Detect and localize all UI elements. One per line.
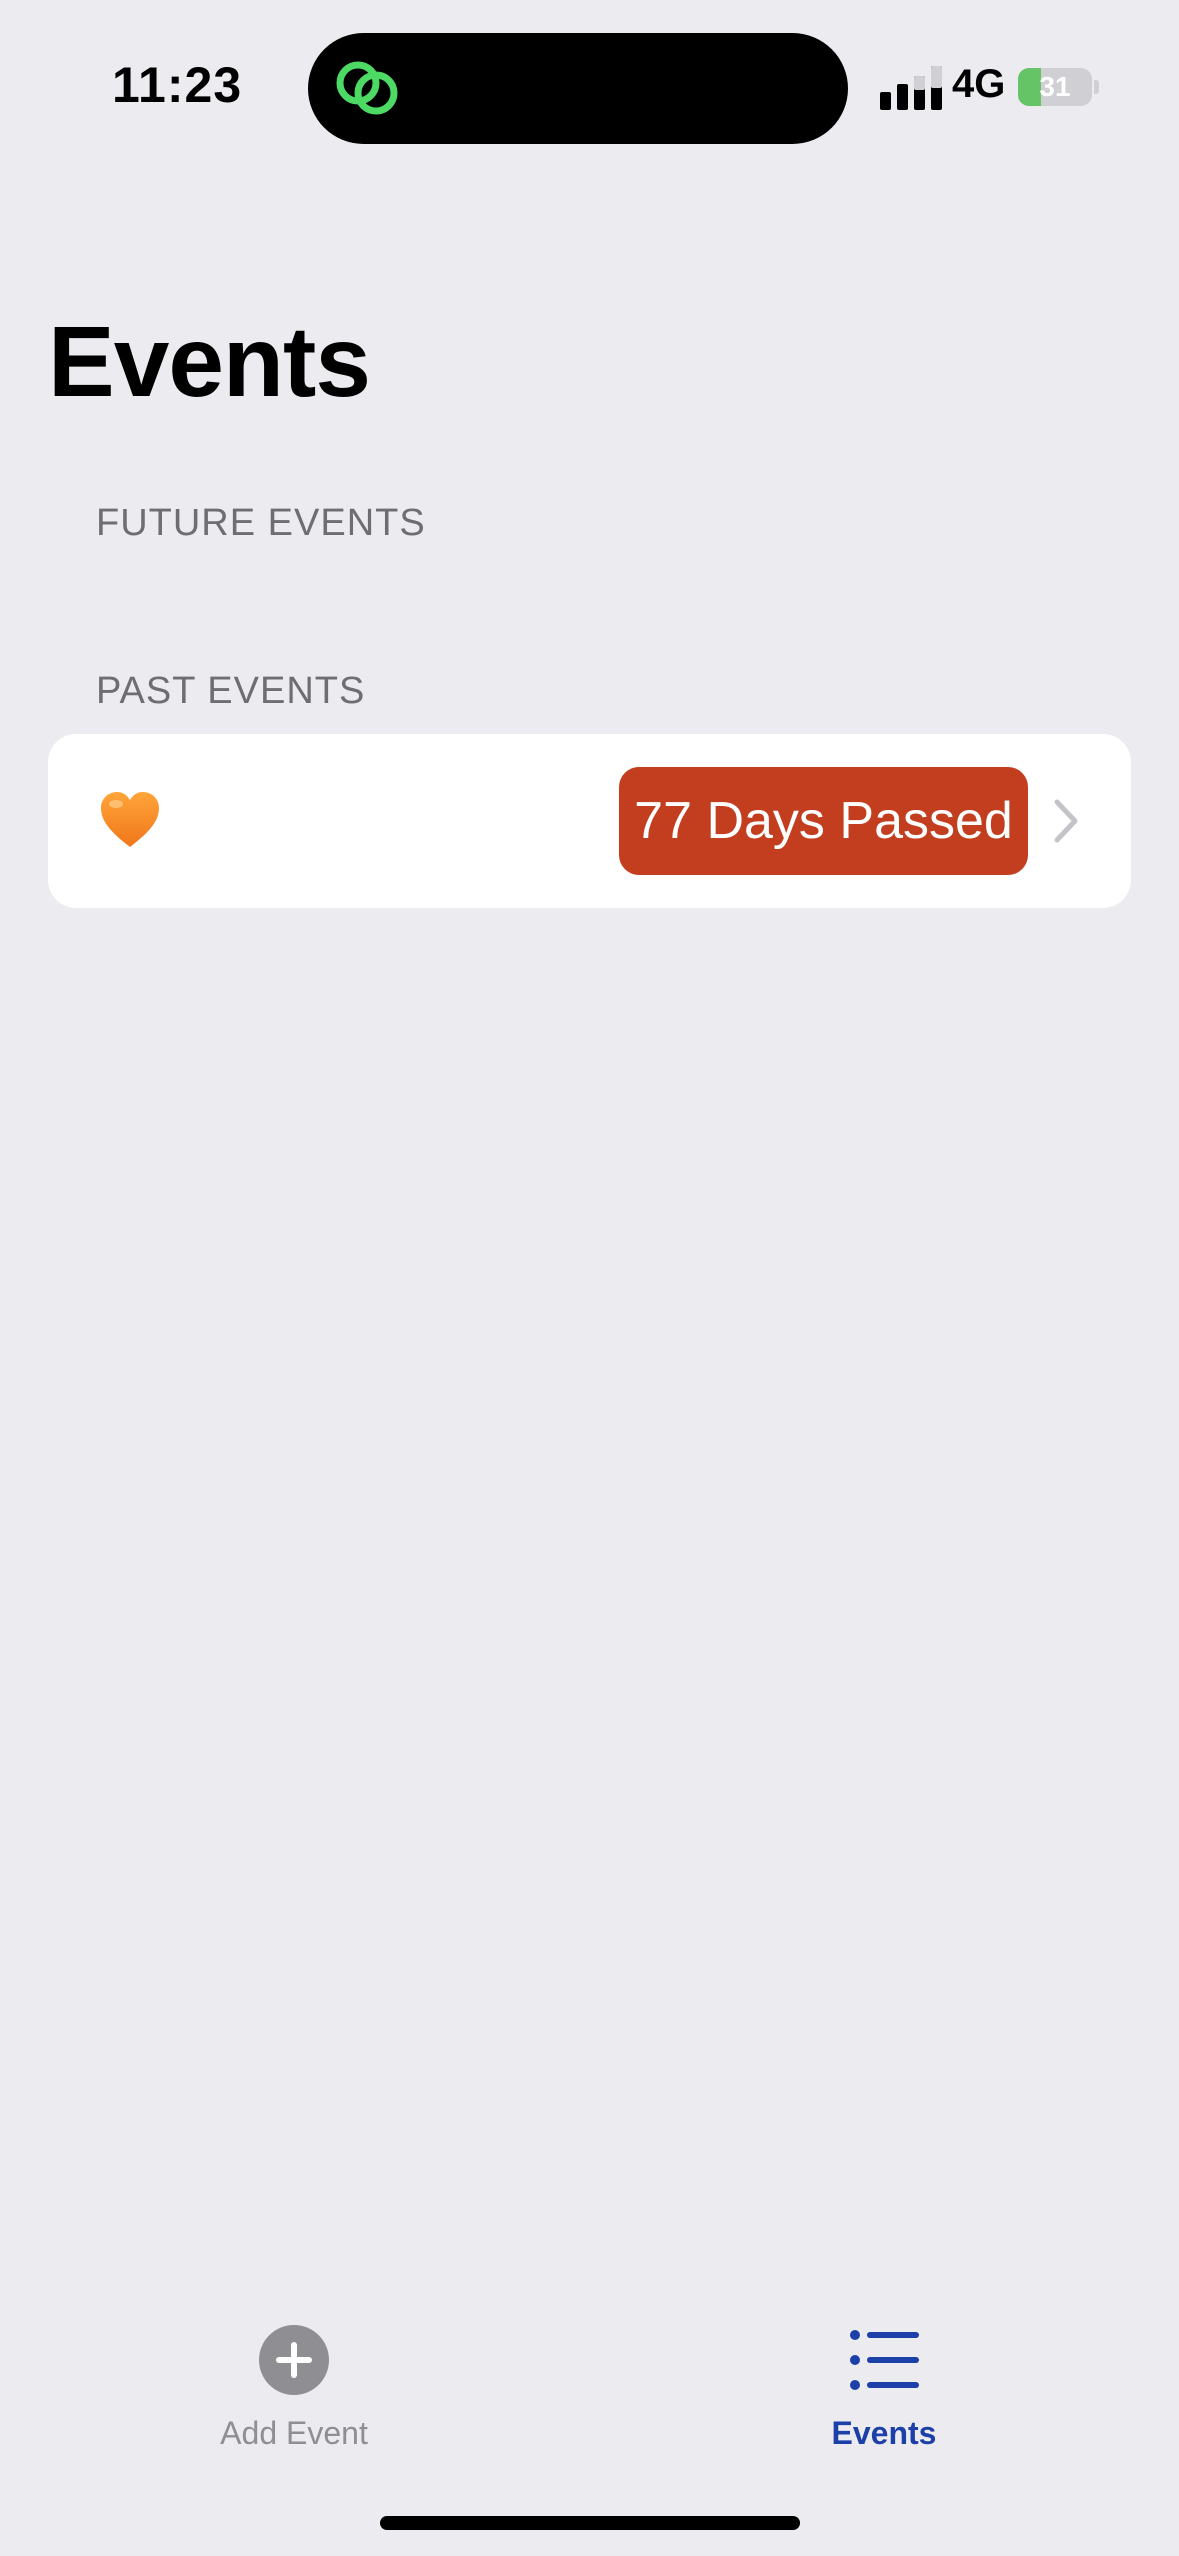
status-time: 11:23 [112, 57, 243, 113]
event-row[interactable]: 77 Days Passed [48, 734, 1131, 908]
cellular-signal-icon [880, 66, 942, 110]
past-events-header: PAST EVENTS [96, 670, 366, 712]
network-type: 4G [952, 62, 1006, 106]
chevron-right-icon [1054, 799, 1078, 843]
dynamic-island[interactable] [308, 33, 848, 144]
list-icon [850, 2330, 919, 2390]
plus-circle-icon [259, 2325, 329, 2395]
future-events-header: FUTURE EVENTS [96, 502, 426, 544]
tab-events[interactable]: Events [754, 2325, 1014, 2465]
tab-add-event[interactable]: Add Event [164, 2325, 424, 2465]
tab-add-event-label: Add Event [220, 2415, 368, 2451]
linked-rings-icon [336, 61, 398, 115]
home-indicator[interactable] [380, 2516, 800, 2530]
page-title: Events [48, 306, 371, 418]
orange-heart-icon [101, 792, 159, 847]
battery-percent: 31 [1039, 71, 1071, 102]
days-passed-badge: 77 Days Passed [619, 767, 1028, 875]
battery-icon: 31 [1018, 68, 1092, 106]
tab-events-label: Events [831, 2415, 937, 2451]
battery-cap [1094, 80, 1099, 94]
